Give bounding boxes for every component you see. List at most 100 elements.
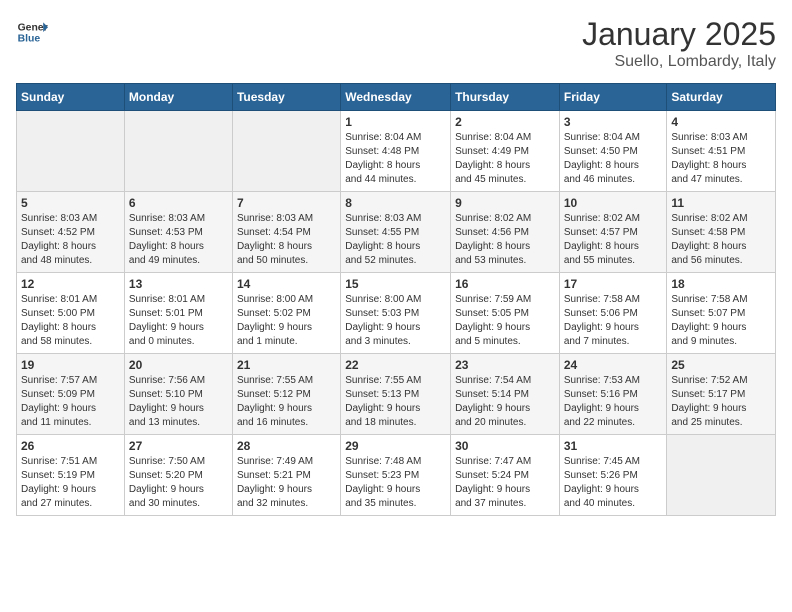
calendar-cell: 1Sunrise: 8:04 AM Sunset: 4:48 PM Daylig… (341, 111, 451, 192)
svg-text:Blue: Blue (18, 34, 41, 45)
day-detail: Sunrise: 8:03 AM Sunset: 4:52 PM Dayligh… (21, 212, 120, 268)
day-detail: Sunrise: 7:45 AM Sunset: 5:26 PM Dayligh… (564, 455, 663, 511)
day-number: 5 (21, 196, 120, 210)
day-detail: Sunrise: 7:54 AM Sunset: 5:14 PM Dayligh… (455, 374, 555, 430)
calendar-cell (232, 111, 340, 192)
title-block: January 2025 Suello, Lombardy, Italy (582, 16, 776, 71)
day-detail: Sunrise: 7:58 AM Sunset: 5:07 PM Dayligh… (671, 293, 771, 349)
day-detail: Sunrise: 8:04 AM Sunset: 4:49 PM Dayligh… (455, 131, 555, 187)
calendar-cell: 2 Sunrise: 8:04 AM Sunset: 4:49 PM Daylig… (451, 111, 560, 192)
calendar-week-5: 26 Sunrise: 7:51 AM Sunset: 5:19 PM Dayli… (17, 435, 776, 516)
day-number: 8 (345, 196, 446, 210)
calendar-week-4: 19Sunrise: 7:57 AM Sunset: 5:09 PM Dayli… (17, 354, 776, 435)
day-detail: Sunrise: 8:03 AM Sunset: 4:51 PM Dayligh… (671, 131, 771, 187)
day-detail: Sunrise: 8:03 AM Sunset: 4:54 PM Dayligh… (237, 212, 336, 268)
calendar-week-3: 12 Sunrise: 8:01 AM Sunset: 5:00 PM Dayli… (17, 273, 776, 354)
day-number: 29 (345, 439, 446, 453)
weekday-header-friday: Friday (559, 84, 667, 111)
day-detail: Sunrise: 7:53 AM Sunset: 5:16 PM Dayligh… (564, 374, 663, 430)
calendar-cell: 6 Sunrise: 8:03 AM Sunset: 4:53 PM Daylig… (124, 192, 232, 273)
calendar-cell: 28 Sunrise: 7:49 AM Sunset: 5:21 PM Dayli… (232, 435, 340, 516)
day-detail: Sunrise: 8:03 AM Sunset: 4:55 PM Dayligh… (345, 212, 446, 268)
calendar-cell: 23 Sunrise: 7:54 AM Sunset: 5:14 PM Dayli… (451, 354, 560, 435)
day-detail: Sunrise: 7:48 AM Sunset: 5:23 PM Dayligh… (345, 455, 446, 511)
day-number: 18 (671, 277, 771, 291)
day-detail: Sunrise: 7:49 AM Sunset: 5:21 PM Dayligh… (237, 455, 336, 511)
day-number: 23 (455, 358, 555, 372)
calendar-cell (17, 111, 125, 192)
calendar-cell: 24 Sunrise: 7:53 AM Sunset: 5:16 PM Dayli… (559, 354, 667, 435)
calendar-cell: 15 Sunrise: 8:00 AM Sunset: 5:03 PM Dayli… (341, 273, 451, 354)
day-number: 24 (564, 358, 663, 372)
calendar-cell: 29 Sunrise: 7:48 AM Sunset: 5:23 PM Dayli… (341, 435, 451, 516)
calendar-cell: 31Sunrise: 7:45 AM Sunset: 5:26 PM Dayli… (559, 435, 667, 516)
day-detail: Sunrise: 8:04 AM Sunset: 4:50 PM Dayligh… (564, 131, 663, 187)
calendar-cell: 14 Sunrise: 8:00 AM Sunset: 5:02 PM Dayli… (232, 273, 340, 354)
calendar-cell: 16Sunrise: 7:59 AM Sunset: 5:05 PM Dayli… (451, 273, 560, 354)
day-detail: Sunrise: 8:00 AM Sunset: 5:03 PM Dayligh… (345, 293, 446, 349)
calendar-subtitle: Suello, Lombardy, Italy (582, 53, 776, 71)
day-number: 26 (21, 439, 120, 453)
calendar-header: SundayMondayTuesdayWednesdayThursdayFrid… (17, 84, 776, 111)
day-detail: Sunrise: 8:01 AM Sunset: 5:01 PM Dayligh… (129, 293, 228, 349)
day-number: 10 (564, 196, 663, 210)
day-number: 12 (21, 277, 120, 291)
day-number: 11 (671, 196, 771, 210)
day-number: 15 (345, 277, 446, 291)
day-number: 3 (564, 115, 663, 129)
day-detail: Sunrise: 7:50 AM Sunset: 5:20 PM Dayligh… (129, 455, 228, 511)
day-detail: Sunrise: 7:58 AM Sunset: 5:06 PM Dayligh… (564, 293, 663, 349)
calendar-cell: 7 Sunrise: 8:03 AM Sunset: 4:54 PM Daylig… (232, 192, 340, 273)
weekday-header-saturday: Saturday (667, 84, 776, 111)
day-detail: Sunrise: 7:51 AM Sunset: 5:19 PM Dayligh… (21, 455, 120, 511)
calendar-cell (124, 111, 232, 192)
day-detail: Sunrise: 8:03 AM Sunset: 4:53 PM Dayligh… (129, 212, 228, 268)
day-number: 21 (237, 358, 336, 372)
day-number: 7 (237, 196, 336, 210)
day-number: 4 (671, 115, 771, 129)
day-detail: Sunrise: 8:02 AM Sunset: 4:57 PM Dayligh… (564, 212, 663, 268)
day-detail: Sunrise: 8:02 AM Sunset: 4:56 PM Dayligh… (455, 212, 555, 268)
calendar-cell (667, 435, 776, 516)
day-detail: Sunrise: 8:00 AM Sunset: 5:02 PM Dayligh… (237, 293, 336, 349)
day-number: 13 (129, 277, 228, 291)
calendar-cell: 4 Sunrise: 8:03 AM Sunset: 4:51 PM Daylig… (667, 111, 776, 192)
day-detail: Sunrise: 7:59 AM Sunset: 5:05 PM Dayligh… (455, 293, 555, 349)
logo-icon: General Blue (16, 16, 48, 48)
calendar-cell: 25Sunrise: 7:52 AM Sunset: 5:17 PM Dayli… (667, 354, 776, 435)
day-detail: Sunrise: 7:47 AM Sunset: 5:24 PM Dayligh… (455, 455, 555, 511)
day-number: 30 (455, 439, 555, 453)
calendar-cell: 19Sunrise: 7:57 AM Sunset: 5:09 PM Dayli… (17, 354, 125, 435)
day-detail: Sunrise: 8:04 AM Sunset: 4:48 PM Dayligh… (345, 131, 446, 187)
day-number: 27 (129, 439, 228, 453)
weekday-header-tuesday: Tuesday (232, 84, 340, 111)
calendar-cell: 18 Sunrise: 7:58 AM Sunset: 5:07 PM Dayli… (667, 273, 776, 354)
day-number: 28 (237, 439, 336, 453)
calendar-cell: 3 Sunrise: 8:04 AM Sunset: 4:50 PM Daylig… (559, 111, 667, 192)
calendar-cell: 27 Sunrise: 7:50 AM Sunset: 5:20 PM Dayli… (124, 435, 232, 516)
calendar-cell: 8 Sunrise: 8:03 AM Sunset: 4:55 PM Daylig… (341, 192, 451, 273)
day-number: 2 (455, 115, 555, 129)
calendar-cell: 9Sunrise: 8:02 AM Sunset: 4:56 PM Daylig… (451, 192, 560, 273)
calendar-cell: 26 Sunrise: 7:51 AM Sunset: 5:19 PM Dayli… (17, 435, 125, 516)
day-number: 14 (237, 277, 336, 291)
day-detail: Sunrise: 7:55 AM Sunset: 5:12 PM Dayligh… (237, 374, 336, 430)
calendar-cell: 10 Sunrise: 8:02 AM Sunset: 4:57 PM Dayli… (559, 192, 667, 273)
day-number: 6 (129, 196, 228, 210)
calendar-cell: 12 Sunrise: 8:01 AM Sunset: 5:00 PM Dayli… (17, 273, 125, 354)
weekday-header-sunday: Sunday (17, 84, 125, 111)
page-header: General Blue January 2025 Suello, Lombar… (16, 16, 776, 71)
calendar-cell: 21 Sunrise: 7:55 AM Sunset: 5:12 PM Dayli… (232, 354, 340, 435)
calendar-week-2: 5 Sunrise: 8:03 AM Sunset: 4:52 PM Daylig… (17, 192, 776, 273)
calendar-title: January 2025 (582, 16, 776, 53)
calendar-week-1: 1Sunrise: 8:04 AM Sunset: 4:48 PM Daylig… (17, 111, 776, 192)
day-detail: Sunrise: 8:02 AM Sunset: 4:58 PM Dayligh… (671, 212, 771, 268)
day-number: 25 (671, 358, 771, 372)
day-number: 19 (21, 358, 120, 372)
day-number: 20 (129, 358, 228, 372)
day-detail: Sunrise: 8:01 AM Sunset: 5:00 PM Dayligh… (21, 293, 120, 349)
calendar-cell: 13 Sunrise: 8:01 AM Sunset: 5:01 PM Dayli… (124, 273, 232, 354)
calendar-cell: 22Sunrise: 7:55 AM Sunset: 5:13 PM Dayli… (341, 354, 451, 435)
day-number: 17 (564, 277, 663, 291)
weekday-header-monday: Monday (124, 84, 232, 111)
